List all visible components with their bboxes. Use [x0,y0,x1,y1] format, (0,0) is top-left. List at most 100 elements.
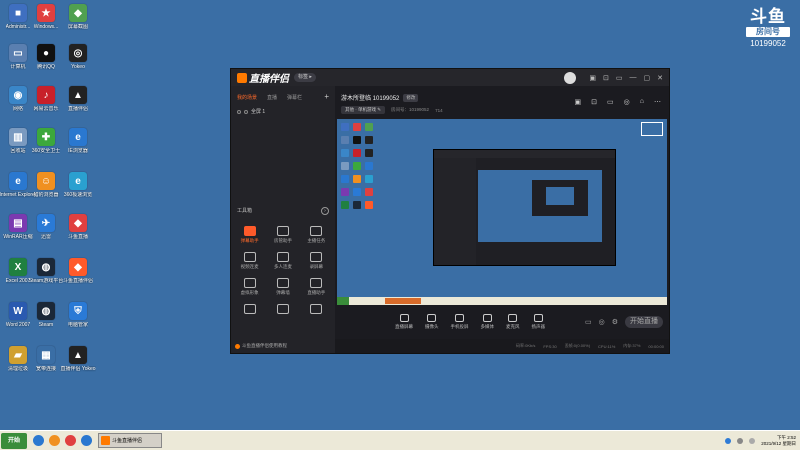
tool-label: 视频连麦 [240,264,259,269]
toolbox-item[interactable] [233,304,266,316]
layout-icon[interactable]: ▭ [607,98,614,106]
toolbox-item[interactable] [300,304,333,316]
toolbox-item[interactable]: 房管助手 [266,226,299,244]
volume-icon[interactable] [749,437,756,444]
source-button[interactable]: 摄像头 [425,314,439,330]
tool-label: 直播助手 [307,290,326,295]
bell-icon[interactable]: ⌂ [640,98,644,106]
settings-icon[interactable]: ▭ [616,74,623,82]
clock[interactable]: 下午 2:52 2021/9/12 星期日 [761,435,796,447]
source-button[interactable]: 扬声器 [532,314,545,330]
quick-launch-icon[interactable] [65,435,76,446]
desktop-icon[interactable]: ◍ Steam [28,302,64,328]
taskbar-app-button[interactable]: 斗鱼直播伴侣 [98,433,162,448]
notice-icon[interactable]: ◎ [624,98,630,106]
source-icon [508,314,518,322]
add-scene-button[interactable]: + [324,93,329,101]
status-item: CPU:11% [598,343,616,349]
maximize-icon[interactable]: ▢ [644,74,651,82]
visibility-icon[interactable] [237,109,241,114]
douyu-logo: 斗鱼 [750,7,786,26]
source-label: 摄像头 [425,324,439,329]
app-logo-icon [237,72,247,83]
tool-icon [243,252,256,262]
edit-title-button[interactable]: 修改 [403,93,419,102]
preview-icon [353,162,361,170]
toolbox-item[interactable]: 视频连麦 [233,252,266,270]
toolbox-item[interactable]: 录屏幕 [300,252,333,270]
desktop-icon[interactable]: e IE浏览器 [60,128,96,154]
category-selector[interactable]: 其他 · 单机游戏 ✎ [341,106,386,114]
desktop-icon[interactable]: ⛨ 电脑管家 [60,302,96,328]
desktop-icon[interactable]: ● 腾讯QQ [28,44,64,70]
network-icon[interactable] [737,437,744,444]
minimize-icon[interactable]: — [630,74,637,81]
user-avatar[interactable] [564,71,577,84]
start-button[interactable]: 开始 [1,432,27,449]
desktop-icon-label: 计算机 [10,64,26,70]
desktop-icon[interactable]: e 360极速浏览 [60,172,96,198]
desktop-icon-image: ★ [37,4,55,22]
record-icon[interactable]: ▭ [585,318,592,326]
settings-icon[interactable]: ⚙ [612,318,618,326]
tab-danmaku[interactable]: 弹幕栏 [287,94,302,101]
desktop-icon[interactable]: ✈ 迅雷 [28,214,64,240]
toolbox-item[interactable]: 直播助手 [300,278,333,296]
desktop-icon[interactable]: ▲ 直播伴侣 [60,86,96,112]
desktop-icon-image: ◆ [69,258,87,276]
toolbox-more-icon[interactable]: › [321,207,329,215]
start-live-button[interactable]: 开始直播 [625,316,663,328]
desktop-icon[interactable]: ♪ 网易云音乐 [28,86,64,112]
desktop-icon[interactable]: ◆ 斗鱼直播伴侣 [60,258,96,284]
screenshot-icon[interactable]: ⊡ [603,74,609,82]
lock-icon[interactable] [244,109,248,114]
quick-launch-icon[interactable] [49,435,60,446]
toolbox-item[interactable]: 主播任务 [300,226,333,244]
desktop-icon[interactable]: ★ Windows... [28,4,64,30]
close-icon[interactable]: ✕ [657,74,663,82]
lock-room-icon[interactable]: ⊡ [591,98,597,106]
desktop-icon-image: ▦ [37,346,55,364]
version-badge[interactable]: 标签 ▸ [294,73,316,82]
desktop-icon[interactable]: ▲ 直播伴侣 Yokeo [60,346,96,372]
source-button[interactable]: 多媒体 [481,314,494,330]
source-control-bar: 直播屏幕 摄像头 手机投屏 多媒体 麦克风 扬声器 ▭ ◎ ⚙ 开始直播 [335,307,669,337]
desktop-icon[interactable]: ◎ Yokeo [60,44,96,70]
preview-icon [365,188,373,196]
tutorial-link[interactable]: 斗鱼直播伴侣使用教程 [235,343,287,349]
source-button[interactable]: 手机投屏 [451,314,469,330]
preview-icon [353,136,361,144]
hot-count: 714 [435,107,443,113]
quick-launch-icon[interactable] [81,435,92,446]
desktop-icon-image: ◍ [37,302,55,320]
camera-toggle-icon[interactable]: ◎ [599,318,605,326]
tab-live[interactable]: 直播 [267,94,277,101]
desktop-icon[interactable]: ▦ 宽带连接 [28,346,64,372]
quick-launch-icon[interactable] [33,435,44,446]
toolbox-item[interactable]: 弹幕助手 [233,226,266,244]
desktop-icon[interactable]: ✚ 360安全卫士 [28,128,64,154]
desktop-icon[interactable]: ◆ 斗鱼直播 [60,214,96,240]
desktop-icon-label: Steam游戏平台 [28,278,64,284]
source-button[interactable]: 麦克风 [506,314,520,330]
tab-my-scenes[interactable]: 我的场景 [237,94,257,101]
status-item: 00:00:00 [648,343,664,349]
preview-icon [365,136,373,144]
scene-item[interactable]: 全屏 1 [231,105,335,118]
toolbox-item[interactable] [266,304,299,316]
preview-icon [365,123,373,131]
share-icon[interactable]: ⋯ [654,98,661,106]
desktop-icon[interactable]: ◍ Steam游戏平台 [28,258,64,284]
tool-label: 虚拟形象 [240,290,259,295]
source-button[interactable]: 直播屏幕 [395,314,413,330]
gift-icon[interactable]: ▣ [575,98,582,106]
toolbox-item[interactable]: 弹幕墙 [266,278,299,296]
message-icon[interactable]: ▣ [589,74,596,82]
desktop-icon[interactable]: ☺ 猎豹浏览器 [28,172,64,198]
stream-preview[interactable] [337,119,667,305]
toolbox-item[interactable]: 多人连麦 [266,252,299,270]
toolbox-item[interactable]: 虚拟形象 [233,278,266,296]
desktop-icon[interactable]: ◆ 屏幕截图 [60,4,96,30]
title-bar[interactable]: 直播伴侣 标签 ▸ ▣ ⊡ ▭ — ▢ ✕ [231,69,669,86]
bluetooth-icon[interactable] [725,437,732,444]
